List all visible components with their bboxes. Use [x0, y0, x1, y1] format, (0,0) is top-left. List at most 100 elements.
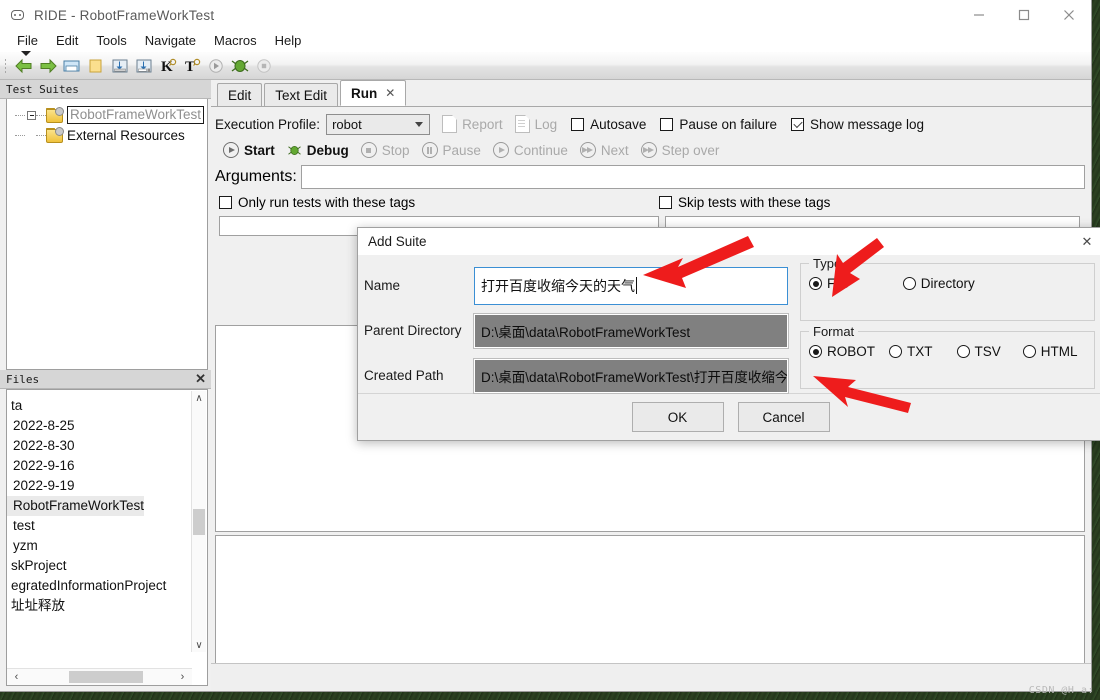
- scroll-right-icon[interactable]: ›: [175, 669, 190, 684]
- radio-icon-selected[interactable]: [809, 345, 822, 358]
- dialog-close-icon[interactable]: ✕: [1073, 228, 1100, 255]
- debug-label: Debug: [306, 142, 349, 158]
- open-folder-icon[interactable]: [60, 54, 84, 78]
- debug-button[interactable]: Debug: [287, 143, 349, 158]
- report-button[interactable]: Report: [442, 115, 503, 133]
- close-icon[interactable]: ✕: [195, 372, 206, 385]
- dialog-right-options: Type File Directory Format ROBOT TXT TSV…: [788, 256, 1100, 393]
- execution-profile-select[interactable]: robot: [326, 113, 431, 135]
- skip-tags-checkbox[interactable]: Skip tests with these tags: [659, 195, 830, 210]
- tree-item-external-resources[interactable]: External Resources: [7, 125, 207, 145]
- menu-item-help[interactable]: Help: [266, 30, 311, 52]
- list-item[interactable]: egratedInformationProject: [7, 576, 207, 596]
- format-option-tsv[interactable]: TSV: [956, 344, 1001, 359]
- list-item[interactable]: 2022-9-16: [7, 456, 207, 476]
- chevron-down-icon[interactable]: [415, 121, 424, 127]
- toolbar-overflow-icon[interactable]: [21, 51, 31, 56]
- files-list-items[interactable]: ta 2022-8-25 2022-8-30 2022-9-16 2022-9-…: [7, 390, 207, 668]
- list-item[interactable]: test: [7, 516, 207, 536]
- forward-arrow-icon[interactable]: [36, 54, 60, 78]
- files-list[interactable]: ta 2022-8-25 2022-8-30 2022-9-16 2022-9-…: [6, 389, 208, 686]
- continue-button[interactable]: Continue: [492, 142, 568, 158]
- list-item[interactable]: 址址释放: [7, 596, 207, 616]
- ok-button[interactable]: OK: [631, 402, 724, 432]
- menu-item-edit[interactable]: Edit: [47, 30, 87, 52]
- checkbox-icon[interactable]: [660, 117, 674, 131]
- close-button[interactable]: [1046, 0, 1091, 30]
- list-item[interactable]: ta: [7, 396, 207, 416]
- only-run-tags-label: Only run tests with these tags: [238, 194, 416, 210]
- pause-button[interactable]: Pause: [421, 142, 481, 158]
- arguments-input[interactable]: [300, 165, 1085, 189]
- list-item[interactable]: 2022-9-19: [7, 476, 207, 496]
- radio-icon-selected[interactable]: [809, 277, 822, 290]
- watermark: CSDN @H a:: [1028, 685, 1094, 696]
- radio-icon[interactable]: [902, 277, 916, 290]
- files-horizontal-scrollbar[interactable]: ‹ ›: [7, 668, 192, 685]
- checkbox-icon-checked[interactable]: [791, 117, 804, 131]
- list-item[interactable]: yzm: [7, 536, 207, 556]
- radio-icon[interactable]: [1022, 345, 1036, 358]
- run-message-log-panel[interactable]: [215, 535, 1085, 677]
- tab-text-edit[interactable]: Text Edit: [264, 83, 339, 106]
- tree-item-robotframeworktest[interactable]: RobotFrameWorkTest: [7, 105, 207, 125]
- show-message-log-checkbox[interactable]: Show message log: [791, 117, 924, 132]
- menu-item-macros[interactable]: Macros: [205, 30, 266, 52]
- list-item[interactable]: 2022-8-30: [7, 436, 207, 456]
- suite-folder-icon: [46, 107, 64, 123]
- search-keyword-icon[interactable]: K: [156, 54, 180, 78]
- type-option-file[interactable]: File: [809, 276, 849, 291]
- radio-icon[interactable]: [889, 345, 903, 358]
- list-item[interactable]: 2022-8-25: [7, 416, 207, 436]
- toolbar-grip[interactable]: [3, 56, 10, 75]
- list-item-selected[interactable]: RobotFrameWorkTest: [7, 496, 145, 516]
- hscroll-thumb[interactable]: [69, 671, 143, 683]
- run-icon[interactable]: [204, 54, 228, 78]
- tab-run[interactable]: Run ✕: [340, 80, 407, 106]
- tree-item-label-2: External Resources: [67, 127, 185, 143]
- only-run-tags-checkbox[interactable]: Only run tests with these tags: [219, 195, 659, 210]
- autosave-checkbox[interactable]: Autosave: [571, 117, 646, 132]
- created-path-row: Created Path D:\桌面\data\RobotFrameWorkTe…: [364, 353, 789, 398]
- search-test-icon[interactable]: T: [180, 54, 204, 78]
- format-option-label: TSV: [974, 344, 1001, 359]
- minimize-button[interactable]: [956, 0, 1001, 30]
- tab-edit[interactable]: Edit: [217, 83, 263, 106]
- step-over-button[interactable]: Step over: [640, 142, 719, 158]
- radio-icon[interactable]: [956, 345, 970, 358]
- start-button[interactable]: Start: [223, 142, 275, 158]
- format-option-txt[interactable]: TXT: [889, 344, 933, 359]
- name-input[interactable]: 打开百度收缩今天的天气: [474, 266, 788, 305]
- scroll-down-icon[interactable]: ∨: [192, 638, 206, 652]
- cancel-button[interactable]: Cancel: [737, 402, 830, 432]
- pause-on-failure-checkbox[interactable]: Pause on failure: [660, 117, 777, 132]
- vscroll-thumb[interactable]: [193, 509, 205, 535]
- test-suites-tree[interactable]: RobotFrameWorkTest External Resources: [6, 99, 208, 370]
- back-arrow-icon[interactable]: [12, 54, 36, 78]
- menu-item-tools[interactable]: Tools: [87, 30, 135, 52]
- new-folder-icon[interactable]: [84, 54, 108, 78]
- checkbox-icon[interactable]: [659, 195, 672, 209]
- format-option-robot[interactable]: ROBOT: [809, 344, 875, 359]
- maximize-button[interactable]: [1001, 0, 1046, 30]
- stop-button[interactable]: Stop: [360, 142, 410, 158]
- type-option-directory[interactable]: Directory: [902, 276, 975, 291]
- checkbox-icon[interactable]: [219, 195, 232, 209]
- scroll-left-icon[interactable]: ‹: [9, 669, 24, 684]
- menu-item-file[interactable]: File: [8, 30, 47, 52]
- list-item[interactable]: skProject: [7, 556, 207, 576]
- menu-item-navigate[interactable]: Navigate: [136, 30, 205, 52]
- scroll-up-icon[interactable]: ∧: [192, 391, 206, 405]
- checkbox-icon[interactable]: [571, 117, 585, 131]
- files-vertical-scrollbar[interactable]: ∧ ∨: [191, 391, 206, 652]
- stop-icon[interactable]: [252, 54, 276, 78]
- tab-close-icon[interactable]: ✕: [385, 86, 395, 100]
- format-option-html[interactable]: HTML: [1022, 344, 1078, 359]
- save-icon[interactable]: [108, 54, 132, 78]
- log-button[interactable]: Log: [514, 115, 557, 133]
- type-option-label: Directory: [920, 276, 975, 291]
- save-all-icon[interactable]: [132, 54, 156, 78]
- debug-icon[interactable]: [228, 54, 252, 78]
- next-button[interactable]: Next: [579, 142, 629, 158]
- collapse-expander-icon[interactable]: [27, 110, 36, 120]
